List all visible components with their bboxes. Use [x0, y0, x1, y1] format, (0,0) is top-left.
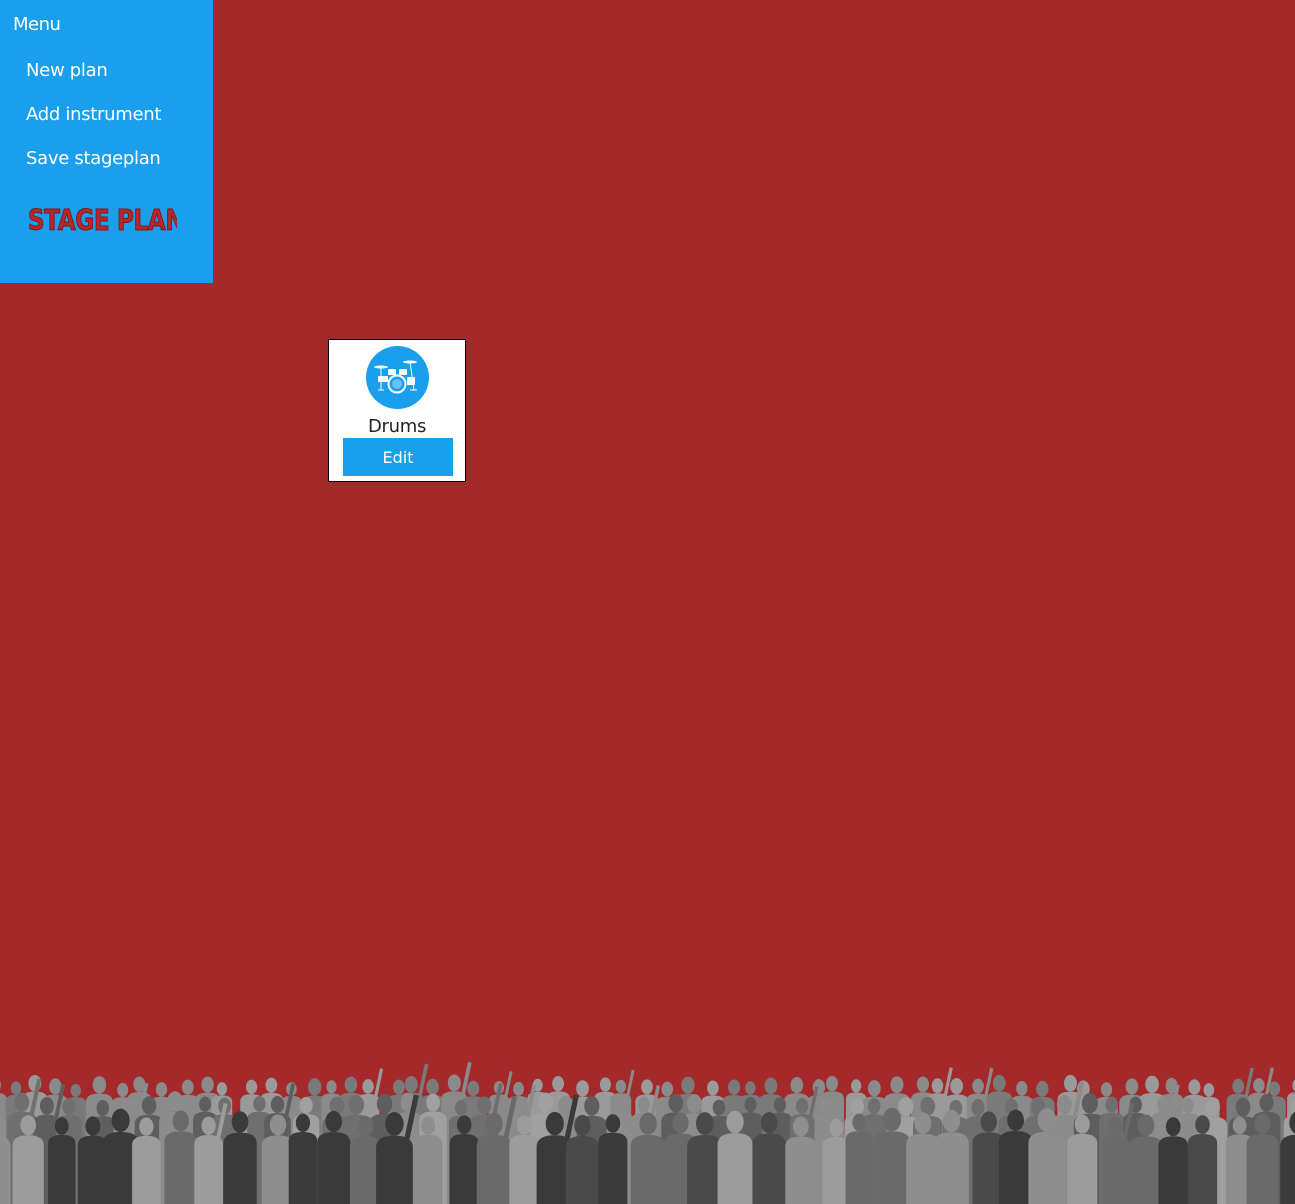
add-instrument-link[interactable]: Add instrument — [26, 104, 161, 125]
edit-button[interactable]: Edit — [343, 438, 453, 476]
menu-title: Menu — [13, 14, 61, 35]
stage-canvas[interactable]: Menu New plan Add instrument Save stagep… — [0, 0, 1295, 1204]
svg-text:STAGE PLAN: STAGE PLAN — [28, 205, 177, 238]
save-stageplan-link[interactable]: Save stageplan — [26, 148, 161, 169]
drum-kit-icon — [366, 346, 429, 409]
instrument-name: Drums — [367, 416, 427, 437]
menu-panel: Menu New plan Add instrument Save stagep… — [0, 0, 213, 283]
new-plan-link[interactable]: New plan — [26, 60, 108, 81]
crowd-silhouette — [0, 1060, 1295, 1204]
instrument-card-drums[interactable]: Drums Edit — [328, 339, 466, 482]
stage-plan-logo: STAGE PLAN — [27, 200, 186, 240]
